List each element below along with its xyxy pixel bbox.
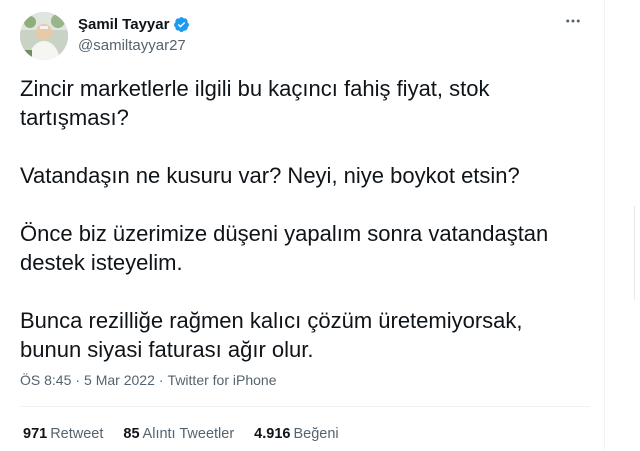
tweet-paragraph: Bunca rezilliğe rağmen kalıcı çözüm üret… xyxy=(20,308,523,362)
tweet-page: Şamil Tayyar @samiltayyar27 Zincir marke… xyxy=(0,0,640,451)
tweet-paragraph: Zincir marketlerle ilgili bu kaçıncı fah… xyxy=(20,76,490,130)
divider xyxy=(20,406,590,407)
author-info: Şamil Tayyar @samiltayyar27 xyxy=(78,14,190,54)
more-options-button[interactable] xyxy=(562,12,584,34)
tweet-text: Zincir marketlerle ilgili bu kaçıncı fah… xyxy=(20,74,590,393)
sidebar-divider xyxy=(634,206,635,300)
retweet-label: Retweet xyxy=(50,426,104,442)
display-name-row: Şamil Tayyar xyxy=(78,14,190,34)
tweet-source[interactable]: Twitter for iPhone xyxy=(168,372,277,388)
retweet-count: 971 xyxy=(23,426,48,442)
tweet-meta: ÖS 8:45 · 5 Mar 2022 · Twitter for iPhone xyxy=(20,372,276,388)
quote-tweet-stat[interactable]: 85 Alıntı Tweetler xyxy=(123,426,234,442)
tweet-paragraph: Vatandaşın ne kusuru var? Neyi, niye boy… xyxy=(20,163,520,188)
like-label: Beğeni xyxy=(293,426,339,442)
quote-tweet-count: 85 xyxy=(123,426,140,442)
meta-separator: · xyxy=(75,372,81,388)
tweet-card: Şamil Tayyar @samiltayyar27 Zincir marke… xyxy=(0,0,605,451)
avatar[interactable] xyxy=(20,12,68,60)
tweet-date[interactable]: 5 Mar 2022 xyxy=(84,372,155,388)
meta-separator: · xyxy=(158,372,164,388)
retweet-stat[interactable]: 971 Retweet xyxy=(23,426,103,442)
more-options-icon xyxy=(564,12,582,35)
author-handle[interactable]: @samiltayyar27 xyxy=(78,37,190,54)
tweet-stats: 971 Retweet 85 Alıntı Tweetler 4.916 Beğeni xyxy=(23,426,359,442)
tweet-time[interactable]: ÖS 8:45 xyxy=(20,372,71,388)
quote-tweet-label: Alıntı Tweetler xyxy=(142,426,235,442)
tweet-paragraph: Önce biz üzerimize düşeni yapalım sonra … xyxy=(20,221,549,275)
tweet-header: Şamil Tayyar @samiltayyar27 xyxy=(20,10,590,60)
avatar-image xyxy=(20,12,68,60)
like-stat[interactable]: 4.916 Beğeni xyxy=(254,426,338,442)
display-name[interactable]: Şamil Tayyar xyxy=(78,16,169,33)
like-count: 4.916 xyxy=(254,426,291,442)
verified-badge-icon xyxy=(173,16,190,33)
